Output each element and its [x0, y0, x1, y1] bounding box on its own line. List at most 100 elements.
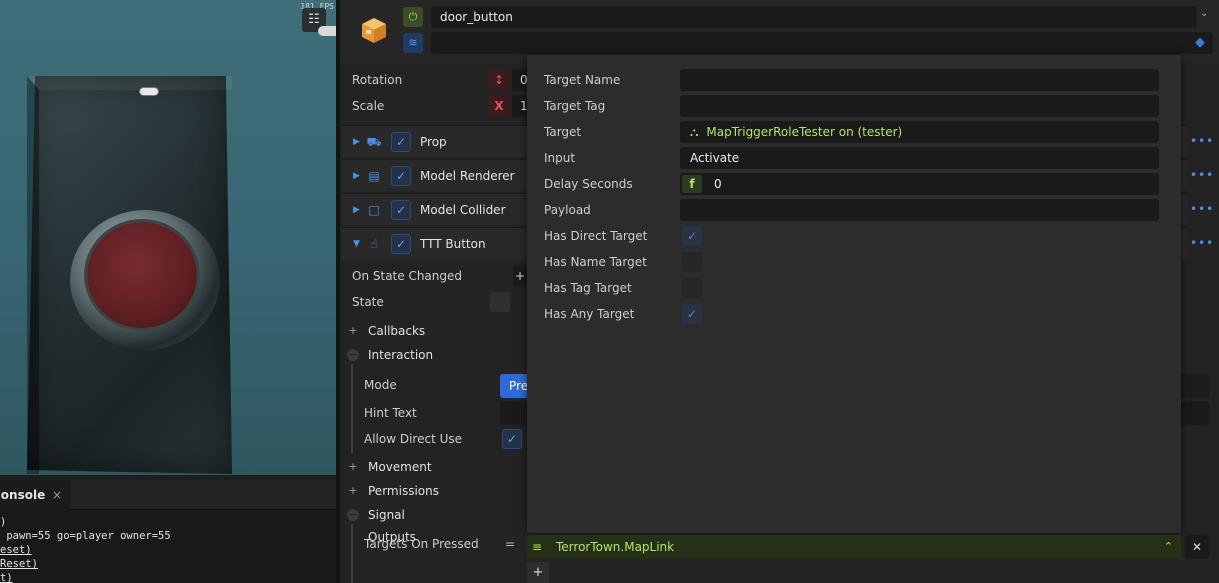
tag-icon: ◆ [1195, 35, 1205, 50]
section-title: Interaction [368, 348, 434, 362]
collapse-icon[interactable]: − [347, 349, 359, 361]
editor-root: 181 FPS ☷ Console × ) pawn=55 go=player … [0, 0, 1219, 583]
allow-direct-use-checkbox[interactable]: ✓ [502, 429, 522, 449]
component-enabled-checkbox[interactable]: ✓ [391, 200, 411, 220]
more-options-icon[interactable]: ••• [1190, 134, 1214, 148]
expand-icon[interactable]: + [347, 485, 359, 497]
has-direct-target-label: Has Direct Target [544, 229, 648, 243]
target-name-label: Target Name [544, 73, 621, 87]
target-tag-row: Target Tag [527, 93, 1181, 119]
package-icon [362, 18, 386, 43]
mode-option-toggle-bg[interactable] [1180, 374, 1209, 398]
more-options-icon[interactable]: ••• [1190, 202, 1214, 216]
model-icon: ▤ [368, 169, 380, 183]
input-label: Input [544, 151, 576, 165]
component-name: TTT Button [420, 237, 486, 251]
network-icon[interactable]: ≋ [403, 33, 423, 53]
has-name-target-label: Has Name Target [544, 255, 647, 269]
has-tag-target-label: Has Tag Target [544, 281, 632, 295]
target-name-field[interactable] [680, 69, 1159, 91]
state-checkbox[interactable] [490, 292, 510, 312]
console-tabbar: Console × [0, 480, 336, 510]
mode-option-press[interactable]: Press [500, 374, 541, 398]
has-any-target-checkbox[interactable]: ✓ [682, 304, 702, 324]
target-field[interactable]: ⛬ MapTriggerRoleTester on (tester) [680, 121, 1159, 143]
float-type-badge: f [682, 175, 702, 193]
payload-label: Payload [544, 203, 591, 217]
component-name: Prop [420, 135, 447, 149]
has-direct-target-checkbox[interactable]: ✓ [682, 226, 702, 246]
console-output: ) pawn=55 go=player owner=55 eset) Reset… [0, 510, 336, 583]
console-line: ) [0, 516, 7, 528]
chevron-down-icon[interactable]: ▼ [353, 228, 360, 260]
hint-text-field-end[interactable] [1180, 401, 1209, 425]
tag-field[interactable]: ◆ [431, 32, 1213, 54]
console-line: t) [0, 572, 13, 583]
input-field[interactable]: Activate [680, 147, 1159, 169]
input-row: Input Activate [527, 145, 1181, 171]
scale-axis-x[interactable]: X [488, 95, 510, 117]
has-any-target-label: Has Any Target [544, 307, 635, 321]
scale-label: Scale [352, 99, 385, 113]
more-options-icon[interactable]: ••• [1190, 236, 1214, 250]
delay-seconds-label: Delay Seconds [544, 177, 633, 191]
object-name-field[interactable]: door_button [431, 6, 1197, 28]
component-name: Model Collider [420, 203, 506, 217]
console-panel: Console × ) pawn=55 go=player owner=55 e… [0, 480, 336, 583]
component-enabled-checkbox[interactable]: ✓ [391, 132, 411, 152]
collapse-icon[interactable]: − [347, 509, 359, 521]
pointer-icon: ☝ [370, 237, 378, 251]
maplink-value: TerrorTown.MapLink [556, 540, 675, 554]
delay-value: 0 [714, 177, 722, 191]
component-enabled-checkbox[interactable]: ✓ [391, 234, 411, 254]
close-icon[interactable]: × [52, 480, 62, 510]
square-icon: □ [368, 203, 380, 217]
state-label: State [352, 295, 384, 309]
console-line: pawn=55 go=player owner=55 [0, 530, 171, 542]
has-name-target-checkbox[interactable] [682, 252, 702, 272]
console-line: eset) [0, 544, 32, 556]
gameobject-header: ⏻ ≋ door_button ⌄ ◆ [340, 0, 1219, 62]
chevron-right-icon[interactable]: ▶ [353, 126, 360, 158]
expand-icon[interactable]: + [347, 461, 359, 473]
rotation-label: Rotation [352, 73, 403, 87]
red-push-button[interactable] [87, 222, 197, 328]
on-state-changed-label: On State Changed [352, 269, 463, 283]
edit-list-icon: ≡ [532, 540, 543, 554]
delay-seconds-row: Delay Seconds f0 [527, 171, 1181, 197]
plate-indicator-light [139, 87, 159, 96]
expand-icon[interactable]: + [347, 325, 359, 337]
has-tag-target-checkbox[interactable] [682, 278, 702, 298]
payload-field[interactable] [680, 199, 1159, 221]
hint-text-label: Hint Text [364, 406, 417, 420]
target-tag-field[interactable] [680, 95, 1159, 117]
has-tag-target-row: Has Tag Target [527, 275, 1181, 301]
scene-viewport[interactable]: 181 FPS ☷ [0, 0, 336, 475]
delay-seconds-field[interactable]: f0 [680, 173, 1159, 195]
drag-handle-icon[interactable]: = [505, 533, 519, 555]
rotation-arrows-icon[interactable]: ↕ [488, 69, 510, 91]
chevron-right-icon[interactable]: ▶ [353, 160, 360, 192]
chevron-up-icon[interactable]: ⌃ [1164, 535, 1173, 559]
power-icon[interactable]: ⏻ [403, 7, 423, 27]
chevron-down-icon[interactable]: ⌄ [1200, 8, 1208, 19]
maplink-target-row[interactable]: ≡ TerrorTown.MapLink ⌃ [527, 535, 1181, 559]
add-target-button[interactable]: + [527, 562, 549, 583]
more-options-icon[interactable]: ••• [1190, 168, 1214, 182]
target-row: Target ⛬ MapTriggerRoleTester on (tester) [527, 119, 1181, 145]
section-title: Permissions [368, 484, 439, 498]
has-direct-target-row: Has Direct Target ✓ [527, 223, 1181, 249]
chevron-right-icon[interactable]: ▶ [353, 194, 360, 226]
target-label: Target [544, 125, 582, 139]
section-title: Callbacks [368, 324, 426, 338]
add-callback-button[interactable]: + [513, 265, 527, 287]
has-name-target-row: Has Name Target [527, 249, 1181, 275]
remove-target-button[interactable]: ✕ [1185, 535, 1209, 559]
has-any-target-row: Has Any Target ✓ [527, 301, 1181, 327]
target-name-row: Target Name [527, 67, 1181, 93]
payload-row: Payload [527, 197, 1181, 223]
viewport-gizmo[interactable] [318, 26, 336, 36]
component-enabled-checkbox[interactable]: ✓ [391, 166, 411, 186]
hint-text-field[interactable] [500, 401, 527, 425]
target-tag-label: Target Tag [544, 99, 606, 113]
